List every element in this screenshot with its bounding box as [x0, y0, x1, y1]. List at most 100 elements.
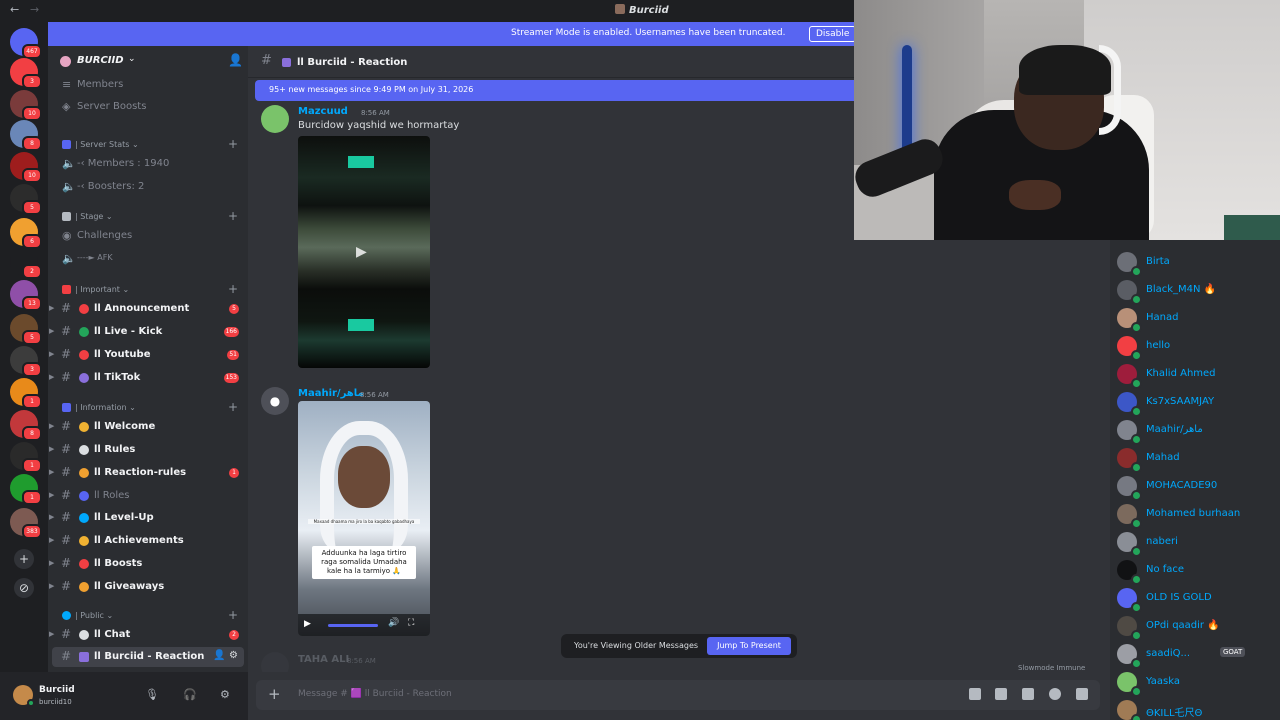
- server-icon[interactable]: 383: [10, 508, 42, 539]
- add-attachment-icon[interactable]: +: [268, 685, 281, 703]
- message-list[interactable]: 95+ new messages since 9:49 PM on July 3…: [248, 78, 854, 672]
- forward-arrow-icon[interactable]: →: [30, 3, 39, 16]
- server-icon[interactable]: 467: [10, 28, 42, 59]
- microphone-icon[interactable]: 🎙: [145, 688, 159, 701]
- expand-arrow-icon[interactable]: ▶: [49, 304, 54, 312]
- server-icon[interactable]: 1: [10, 378, 42, 409]
- play-icon[interactable]: ▶: [304, 619, 311, 629]
- member-item[interactable]: Birta: [1110, 250, 1280, 277]
- expand-arrow-icon[interactable]: ▶: [49, 513, 54, 521]
- member-item[interactable]: Black_M4N 🔥: [1110, 278, 1280, 305]
- member-item[interactable]: Mahad: [1110, 446, 1280, 473]
- channel-item[interactable]: ▶ # ll Achievements: [48, 531, 248, 551]
- server-icon[interactable]: 8: [10, 120, 42, 151]
- message-author[interactable]: TAHA ALI: [298, 654, 349, 665]
- guild-header[interactable]: BURCIID ⌄ 👤: [48, 50, 248, 74]
- add-channel-icon[interactable]: +: [228, 608, 238, 622]
- add-channel-icon[interactable]: +: [228, 400, 238, 414]
- volume-icon[interactable]: 🔊: [388, 618, 399, 628]
- headphones-icon[interactable]: 🎧: [183, 688, 197, 701]
- boosters-count-channel[interactable]: 🔈 -‹ Boosters: 2: [48, 177, 248, 197]
- message-author[interactable]: Maahir/ماهر: [298, 388, 364, 399]
- member-item[interactable]: Ks7xSAAMJAY: [1110, 390, 1280, 417]
- server-icon[interactable]: 13: [10, 280, 42, 311]
- channel-item[interactable]: ▶ # ll Chat 2: [48, 625, 248, 645]
- back-arrow-icon[interactable]: ←: [10, 3, 19, 16]
- add-channel-icon[interactable]: +: [228, 137, 238, 151]
- channel-item[interactable]: ▶ # ll Announcement 5: [48, 299, 248, 319]
- server-icon[interactable]: 5: [10, 314, 42, 345]
- expand-arrow-icon[interactable]: ▶: [49, 445, 54, 453]
- channel-item[interactable]: ▶ # ll TikTok 153: [48, 368, 248, 388]
- add-channel-icon[interactable]: +: [228, 282, 238, 296]
- expand-arrow-icon[interactable]: ▶: [49, 327, 54, 335]
- member-item[interactable]: Maahir/ماهر: [1110, 418, 1280, 445]
- category-information[interactable]: | Information ⌄ +: [48, 400, 248, 417]
- server-icon[interactable]: 8: [10, 410, 42, 441]
- sticker-icon[interactable]: [1022, 688, 1034, 700]
- channel-item[interactable]: ▶ # ll Reaction-rules 1: [48, 463, 248, 483]
- channel-item[interactable]: ▶ # ll Live - Kick 166: [48, 322, 248, 342]
- add-channel-icon[interactable]: +: [228, 209, 238, 223]
- channel-item[interactable]: ▶ # ll Roles: [48, 486, 248, 506]
- channel-item[interactable]: ▶ # ll Welcome: [48, 417, 248, 437]
- category-important[interactable]: | Important ⌄ +: [48, 282, 248, 299]
- expand-arrow-icon[interactable]: ▶: [49, 422, 54, 430]
- apps-icon[interactable]: [1076, 688, 1088, 700]
- member-item[interactable]: ΘKILL乇尺Θ: [1110, 698, 1280, 720]
- server-icon[interactable]: 10: [10, 90, 42, 121]
- member-item[interactable]: naberi: [1110, 530, 1280, 557]
- members-count-channel[interactable]: 🔈 -‹ Members : 1940: [48, 154, 248, 174]
- challenges-channel[interactable]: ◉ Challenges: [48, 226, 248, 246]
- channel-item[interactable]: ▶ # ll Giveaways: [48, 577, 248, 597]
- expand-arrow-icon[interactable]: ▶: [49, 630, 54, 638]
- new-messages-bar[interactable]: 95+ new messages since 9:49 PM on July 3…: [255, 80, 854, 101]
- member-item[interactable]: Yaaska: [1110, 670, 1280, 697]
- add-server-icon[interactable]: +: [14, 549, 34, 569]
- expand-arrow-icon[interactable]: ▶: [49, 373, 54, 381]
- expand-arrow-icon[interactable]: ▶: [49, 536, 54, 544]
- fullscreen-icon[interactable]: ⛶: [408, 618, 414, 628]
- avatar[interactable]: [261, 652, 289, 672]
- message-input[interactable]: + Message # 🟪 ll Burciid - Reaction: [256, 680, 1100, 710]
- expand-arrow-icon[interactable]: ▶: [49, 559, 54, 567]
- channel-item[interactable]: ▶ # ll Level-Up: [48, 508, 248, 528]
- invite-icon[interactable]: 👤: [228, 53, 243, 67]
- expand-arrow-icon[interactable]: ▶: [49, 491, 54, 499]
- progress-bar[interactable]: [328, 624, 378, 627]
- member-item[interactable]: saadiQ... GOAT: [1110, 642, 1280, 669]
- video-attachment[interactable]: Maxaad dhaama ma jiro la ba kaqabto gaba…: [298, 401, 430, 636]
- member-item[interactable]: Mohamed burhaan: [1110, 502, 1280, 529]
- server-icon[interactable]: 1: [10, 474, 42, 505]
- expand-arrow-icon[interactable]: ▶: [49, 468, 54, 476]
- member-item[interactable]: Khalid Ahmed: [1110, 362, 1280, 389]
- channel-item[interactable]: ▶ # ll Youtube 51: [48, 345, 248, 365]
- discover-icon[interactable]: ⊘: [14, 578, 34, 598]
- server-icon[interactable]: 5: [10, 184, 42, 215]
- video-attachment[interactable]: ▶: [298, 136, 430, 368]
- server-icon[interactable]: 10: [10, 152, 42, 183]
- server-icon[interactable]: 6: [10, 218, 42, 249]
- server-icon[interactable]: 1: [10, 442, 42, 473]
- member-item[interactable]: Hanad: [1110, 306, 1280, 333]
- play-icon[interactable]: ▶: [356, 244, 367, 260]
- server-icon[interactable]: 3: [10, 346, 42, 377]
- member-item[interactable]: OLD IS GOLD: [1110, 586, 1280, 613]
- member-item[interactable]: OPdi qaadir 🔥: [1110, 614, 1280, 641]
- server-boosts-link[interactable]: ◈ Server Boosts: [48, 97, 248, 117]
- jump-to-present-button[interactable]: Jump To Present: [707, 637, 791, 655]
- member-item[interactable]: No face: [1110, 558, 1280, 585]
- member-item[interactable]: hello: [1110, 334, 1280, 361]
- selected-channel[interactable]: # ll Burciid - Reaction 👤 ⚙: [52, 647, 244, 667]
- channel-item[interactable]: ▶ # ll Rules: [48, 440, 248, 460]
- avatar[interactable]: [261, 105, 289, 133]
- channel-item[interactable]: ▶ # ll Boosts: [48, 554, 248, 574]
- afk-channel[interactable]: 🔈 ----► AFK: [48, 249, 248, 269]
- user-settings-gear-icon[interactable]: ⚙: [220, 688, 230, 701]
- expand-arrow-icon[interactable]: ▶: [49, 350, 54, 358]
- disable-streamer-mode-button[interactable]: Disable: [809, 26, 857, 42]
- server-icon[interactable]: 2: [10, 248, 42, 279]
- discord-default-avatar-icon[interactable]: ●: [261, 387, 289, 415]
- settings-gear-icon[interactable]: 👤 ⚙: [213, 650, 238, 661]
- category-server-stats[interactable]: | Server Stats ⌄ +: [48, 137, 248, 154]
